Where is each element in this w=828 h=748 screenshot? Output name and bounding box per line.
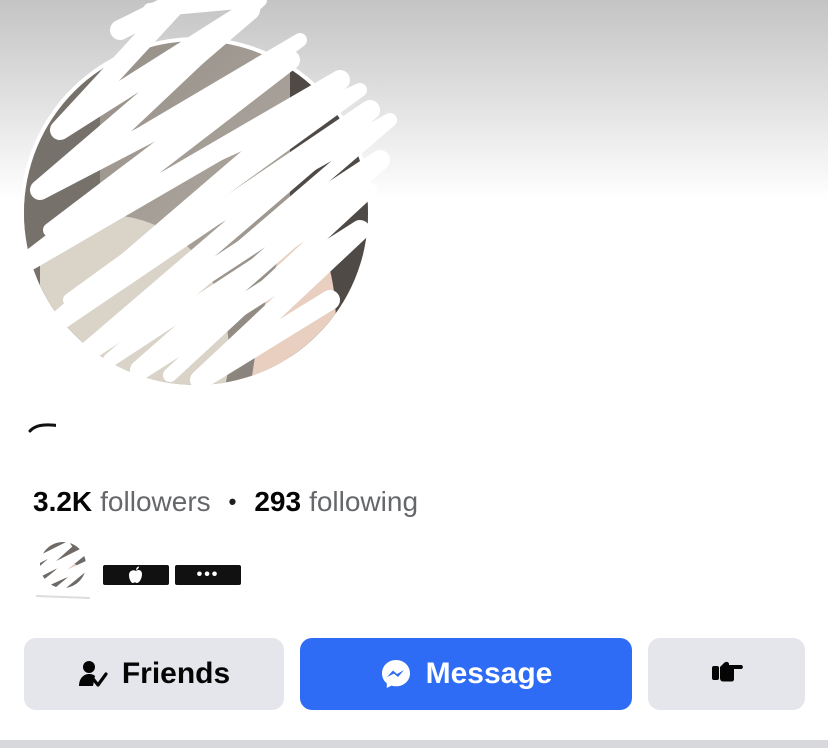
apple-icon — [129, 566, 142, 583]
more-options-button[interactable] — [648, 638, 805, 710]
friends-button[interactable]: Friends — [24, 638, 284, 710]
profile-picture[interactable] — [0, 0, 420, 400]
profile-picture-image — [20, 0, 397, 390]
following-count[interactable]: 293 — [254, 486, 301, 518]
friend-check-icon — [78, 659, 108, 689]
apple-badge — [103, 565, 169, 585]
more-badge[interactable]: ••• — [175, 565, 241, 585]
friends-button-label: Friends — [121, 657, 231, 690]
profile-stats: 3.2K followers • 293 following — [33, 482, 418, 522]
mutual-friends-row[interactable]: ••• — [30, 540, 250, 600]
following-label[interactable]: following — [309, 486, 418, 518]
more-dots-icon: ••• — [196, 566, 220, 583]
pointing-hand-icon — [710, 655, 744, 693]
message-button[interactable]: Message — [300, 638, 632, 710]
section-divider — [0, 740, 828, 748]
followers-count[interactable]: 3.2K — [33, 486, 92, 518]
mutual-friend-avatar[interactable] — [30, 540, 100, 600]
messenger-icon — [380, 658, 412, 690]
message-button-label: Message — [425, 657, 553, 690]
followers-label[interactable]: followers — [100, 486, 210, 518]
stats-separator: • — [228, 489, 237, 514]
profile-name-redacted — [28, 422, 306, 438]
